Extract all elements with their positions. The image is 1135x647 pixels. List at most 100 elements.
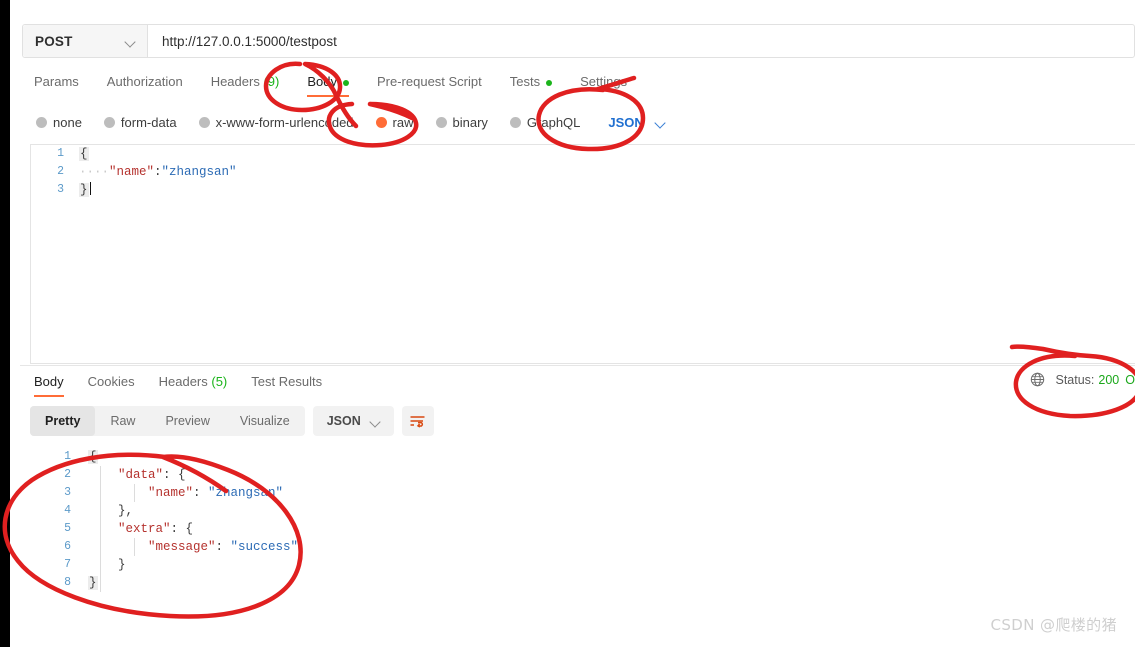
- tab-body[interactable]: Body: [293, 72, 363, 97]
- tab-pre-request-script-label: Pre-request Script: [376, 74, 482, 89]
- response-format-selector[interactable]: JSON: [312, 406, 394, 436]
- watermark: CSDN @爬楼的猪: [990, 616, 1117, 634]
- body-type-none[interactable]: none: [36, 115, 82, 130]
- line-number: 4: [64, 504, 71, 517]
- body-type-binary[interactable]: binary: [435, 114, 488, 130]
- tab-authorization[interactable]: Authorization: [93, 72, 197, 97]
- body-type-binary-label: binary: [452, 114, 488, 130]
- request-code-lines[interactable]: { ····"name":"zhangsan" }: [79, 145, 1135, 363]
- text-caret: [89, 182, 92, 195]
- body-type-form-data[interactable]: form-data: [103, 114, 177, 130]
- json-key: "name": [109, 165, 155, 179]
- body-type-urlencoded-label: x-www-form-urlencoded: [215, 114, 354, 130]
- wrap-lines-button[interactable]: [401, 406, 434, 436]
- request-code-area[interactable]: 1 2 3 { ····"name":"zhangsan" }: [31, 145, 1135, 363]
- body-type-none-label: none: [53, 114, 82, 130]
- tab-pre-request-script[interactable]: Pre-request Script: [363, 72, 496, 97]
- body-type-raw[interactable]: raw: [375, 114, 414, 130]
- line-number: 3: [64, 486, 71, 499]
- response-status: Status: 200 O: [1030, 372, 1135, 387]
- json-open-brace: {: [88, 450, 98, 464]
- tab-headers[interactable]: Headers (9): [197, 72, 294, 97]
- json-close-brace: }: [88, 576, 98, 590]
- json-key: "extra": [118, 522, 171, 536]
- body-type-raw-label: raw: [392, 114, 414, 130]
- request-body-editor[interactable]: 1 2 3 { ····"name":"zhangsan" }: [30, 144, 1135, 364]
- status-label: Status:: [1055, 372, 1095, 387]
- radio-icon-binary: [435, 116, 447, 128]
- code-line: "extra": {: [88, 520, 1135, 538]
- code-line: }: [79, 181, 1135, 199]
- tab-body-label: Body: [307, 74, 337, 89]
- chevron-down-icon: [371, 417, 380, 426]
- json-colon: :: [170, 522, 186, 536]
- indent-dots: ····: [79, 165, 110, 179]
- viewer-mode-preview[interactable]: Preview: [150, 406, 224, 436]
- response-code-lines: { "data": { "name": "zhangsan" }, "extra…: [88, 448, 1135, 608]
- json-open-brace: {: [178, 468, 186, 482]
- tab-params[interactable]: Params: [22, 72, 93, 97]
- request-url-input[interactable]: http://127.0.0.1:5000/testpost: [148, 25, 1134, 57]
- radio-icon-graphql: [509, 116, 521, 128]
- code-line: "message": "success": [88, 538, 1135, 556]
- line-number: 1: [64, 450, 71, 463]
- body-type-urlencoded[interactable]: x-www-form-urlencoded: [198, 114, 354, 130]
- response-viewer-toolbar: Pretty Raw Preview Visualize JSON: [30, 406, 434, 436]
- radio-icon-none: [36, 116, 47, 128]
- request-gutter: 1 2 3: [31, 145, 71, 363]
- status-code: 200: [1098, 372, 1120, 387]
- response-tabs: Body Cookies Headers (5) Test Results: [22, 372, 1135, 398]
- line-number: 2: [57, 165, 64, 178]
- body-type-graphql[interactable]: GraphQL: [509, 114, 581, 130]
- wrap-lines-icon: [410, 415, 425, 428]
- json-value: "zhangsan": [208, 486, 284, 500]
- json-colon: :: [154, 165, 162, 179]
- viewer-mode-raw[interactable]: Raw: [95, 406, 150, 436]
- body-type-form-data-label: form-data: [120, 114, 177, 130]
- postman-app: POST http://127.0.0.1:5000/testpost Para…: [10, 0, 1135, 647]
- radio-icon-raw: [375, 116, 387, 128]
- json-key: "message": [148, 540, 216, 554]
- tab-params-label: Params: [34, 74, 79, 89]
- tab-tests-label: Tests: [509, 74, 541, 89]
- tab-tests[interactable]: Tests: [496, 72, 566, 97]
- http-method-label: POST: [35, 33, 73, 49]
- viewer-mode-pretty[interactable]: Pretty: [30, 406, 96, 436]
- status-text: O: [1125, 372, 1135, 387]
- globe-icon: [1031, 372, 1045, 387]
- response-tab-test-results-label: Test Results: [251, 374, 323, 389]
- body-type-graphql-label: GraphQL: [526, 114, 581, 130]
- response-code-area[interactable]: 1 2 3 4 5 6 7 8 { "data": { "name": "zha…: [30, 448, 1135, 608]
- panel-separator: [20, 365, 1135, 366]
- request-tabs: Params Authorization Headers (9) Body Pr…: [22, 72, 1135, 101]
- response-body-viewer[interactable]: 1 2 3 4 5 6 7 8 { "data": { "name": "zha…: [30, 448, 1135, 608]
- line-number: 5: [64, 522, 71, 535]
- tab-settings-label: Settings: [580, 74, 628, 89]
- response-tab-cookies[interactable]: Cookies: [76, 372, 147, 397]
- tab-settings[interactable]: Settings: [566, 72, 641, 97]
- response-tab-headers[interactable]: Headers (5): [147, 372, 240, 397]
- json-close-brace: }: [79, 183, 89, 197]
- json-close-brace: }: [118, 504, 126, 518]
- raw-format-selector[interactable]: JSON: [608, 115, 664, 130]
- code-line: "name": "zhangsan": [88, 484, 1135, 502]
- response-format-label: JSON: [326, 414, 361, 428]
- request-url-bar: POST http://127.0.0.1:5000/testpost: [22, 24, 1135, 58]
- left-dark-rail: [0, 0, 10, 647]
- chevron-down-icon: [126, 37, 135, 46]
- json-colon: :: [193, 486, 209, 500]
- viewer-mode-visualize[interactable]: Visualize: [225, 406, 305, 436]
- radio-icon-urlencoded: [198, 116, 210, 128]
- viewer-mode-group: Pretty Raw Preview Visualize: [30, 406, 305, 436]
- response-gutter: 1 2 3 4 5 6 7 8: [30, 448, 78, 608]
- response-tab-test-results[interactable]: Test Results: [239, 372, 334, 397]
- response-tab-body[interactable]: Body: [22, 372, 76, 397]
- line-number: 2: [64, 468, 71, 481]
- http-method-selector[interactable]: POST: [23, 25, 148, 57]
- code-line: }: [88, 556, 1135, 574]
